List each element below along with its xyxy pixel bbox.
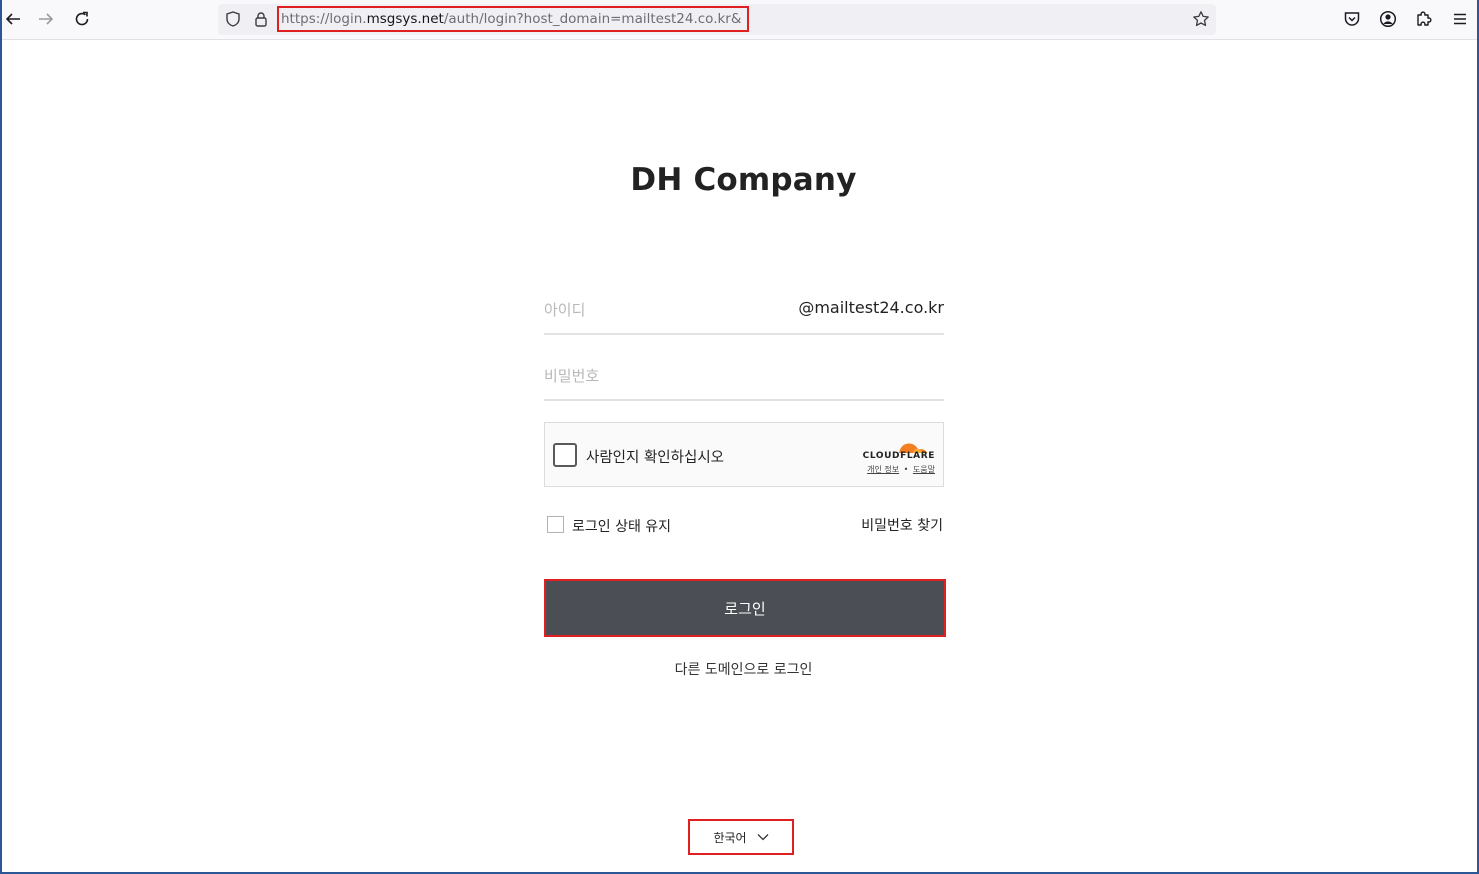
captcha-label: 사람인지 확인하십시오 <box>586 450 725 466</box>
captcha-checkbox[interactable] <box>553 443 577 467</box>
cloudflare-links: 개인 정보 • 도움말 <box>867 464 935 475</box>
help-link[interactable]: 도움말 <box>913 465 935 474</box>
keep-login-label[interactable]: 로그인 상태 유지 <box>572 516 671 536</box>
url-suffix: /auth/login?host_domain=mailtest24.co.kr… <box>443 11 742 27</box>
cloudflare-brand-text: CLOUDFLARE <box>862 451 935 461</box>
url-prefix: https://login. <box>281 11 367 27</box>
browser-toolbar: https://login.msgsys.net/auth/login?host… <box>0 0 1479 40</box>
keep-login-checkbox[interactable] <box>547 516 564 533</box>
other-domain-login-text[interactable]: 다른 도메인으로 로그인 <box>675 662 813 678</box>
account-icon[interactable] <box>1375 6 1401 32</box>
cloudflare-captcha-widget: 사람인지 확인하십시오 CLOUDFLARE 개인 정보 • 도움말 <box>544 422 944 487</box>
chevron-down-icon <box>757 830 769 844</box>
language-label: 한국어 <box>713 830 747 845</box>
id-field[interactable]: @mailtest24.co.kr <box>544 291 944 335</box>
forward-arrow-icon[interactable] <box>33 6 59 32</box>
domain-suffix: @mailtest24.co.kr <box>798 298 944 317</box>
other-domain-login-link: 다른 도메인으로 로그인 <box>0 659 1479 679</box>
back-arrow-icon[interactable] <box>0 6 26 32</box>
lock-icon[interactable] <box>252 10 270 28</box>
password-field[interactable] <box>544 357 944 401</box>
password-input[interactable] <box>544 363 794 389</box>
link-separator: • <box>903 465 909 474</box>
language-select[interactable]: 한국어 <box>688 819 794 855</box>
pocket-icon[interactable] <box>1339 6 1365 32</box>
url-domain: msgsys.net <box>366 11 444 27</box>
privacy-link[interactable]: 개인 정보 <box>867 465 899 474</box>
puzzle-icon[interactable] <box>1411 6 1437 32</box>
address-bar[interactable]: https://login.msgsys.net/auth/login?host… <box>218 4 1216 35</box>
star-icon[interactable] <box>1192 10 1210 28</box>
company-title: DH Company <box>630 162 857 198</box>
shield-icon[interactable] <box>224 10 242 28</box>
find-password-link[interactable]: 비밀번호 찾기 <box>861 515 943 535</box>
reload-icon[interactable] <box>69 6 95 32</box>
hamburger-menu-icon[interactable] <box>1447 6 1473 32</box>
login-button[interactable]: 로그인 <box>544 579 946 637</box>
id-input[interactable] <box>544 297 794 323</box>
url-text[interactable]: https://login.msgsys.net/auth/login?host… <box>277 6 750 32</box>
